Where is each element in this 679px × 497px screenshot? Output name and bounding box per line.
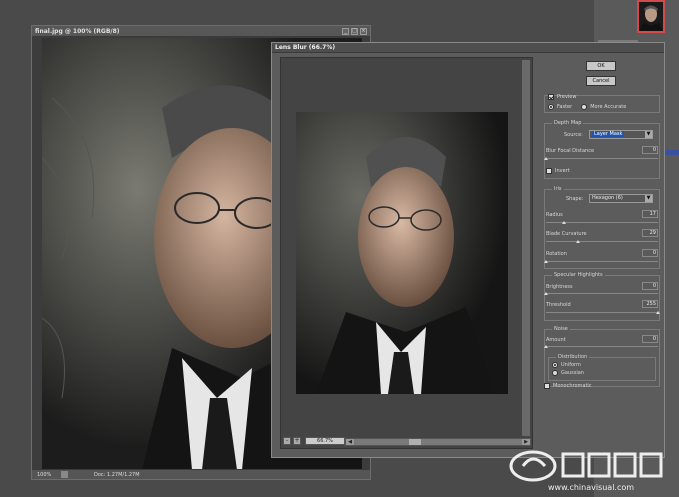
source-value: Layer Mask [592, 131, 625, 137]
monochromatic-label: Monochromatic [553, 383, 592, 389]
rotation-label: Rotation [546, 251, 567, 257]
slider-knob[interactable] [544, 292, 548, 295]
distribution-group: Distribution [548, 354, 656, 381]
rotation-slider[interactable] [544, 260, 658, 264]
invert-label: Invert [555, 168, 570, 174]
shape-select[interactable]: Hexagon (6) ▼ [589, 194, 653, 203]
radius-field[interactable]: 17 [642, 210, 658, 218]
slider-knob[interactable] [544, 260, 548, 263]
source-label: Source: [564, 132, 583, 138]
slider-knob[interactable] [576, 240, 580, 243]
depth-map-group-label: Depth Map [552, 120, 584, 126]
rotation-field[interactable]: 0 [642, 249, 658, 257]
focal-distance-label: Blur Focal Distance [546, 148, 595, 154]
chevron-down-icon[interactable]: ▼ [645, 131, 652, 138]
threshold-field[interactable]: 255 [642, 300, 658, 308]
shape-label: Shape: [566, 196, 584, 202]
dialog-titlebar[interactable]: Lens Blur (66.7%) [272, 43, 664, 53]
preview-pane[interactable]: - + 66.7% ◀ ▶ [280, 57, 533, 449]
amount-field[interactable]: 0 [642, 335, 658, 343]
distribution-group-label: Distribution [556, 354, 590, 360]
threshold-slider[interactable] [546, 311, 660, 315]
iris-group-label: Iris [552, 186, 564, 192]
gaussian-row[interactable]: Gaussian [552, 370, 668, 376]
scroll-left-icon[interactable]: ◀ [346, 439, 354, 445]
preview-zoom-field[interactable]: 66.7% [305, 437, 345, 445]
uniform-row[interactable]: Uniform [552, 362, 668, 368]
document-title: final.jpg @ 100% (RGB/8) [35, 27, 120, 35]
slider-knob[interactable] [544, 157, 548, 160]
blade-curvature-slider[interactable] [546, 240, 658, 244]
preview-image[interactable] [296, 112, 508, 394]
amount-label: Amount [546, 337, 566, 343]
slider-knob[interactable] [562, 221, 566, 224]
preview-label: Preview [557, 94, 577, 100]
document-size: Doc: 1.27M/1.27M [94, 471, 140, 478]
invert-checkbox[interactable] [546, 168, 552, 174]
threshold-label: Threshold [546, 302, 571, 308]
scroll-thumb[interactable] [409, 439, 421, 445]
statusbar-icon[interactable] [61, 471, 68, 478]
focal-distance-field[interactable]: 0 [642, 146, 658, 154]
controls-panel: OK Cancel Preview Faster More Accurate D… [542, 57, 662, 452]
preview-checkbox[interactable] [548, 94, 554, 100]
scroll-right-icon[interactable]: ▶ [522, 439, 530, 445]
faster-radio[interactable] [548, 104, 554, 110]
brightness-label: Brightness [546, 284, 573, 290]
dialog-title: Lens Blur (66.7%) [275, 44, 336, 51]
uniform-label: Uniform [561, 362, 581, 368]
quality-radio-row: Faster More Accurate [548, 104, 664, 110]
document-statusbar: 100% Doc: 1.27M/1.27M [32, 469, 370, 479]
preview-scrollbar-horizontal[interactable]: ◀ ▶ [345, 438, 531, 446]
blade-curvature-field[interactable]: 29 [642, 229, 658, 237]
zoom-out-button[interactable]: - [283, 437, 291, 445]
more-accurate-radio[interactable] [581, 104, 588, 110]
close-button[interactable]: × [360, 27, 367, 35]
ok-button[interactable]: OK [586, 61, 616, 71]
monochromatic-checkbox[interactable] [544, 383, 550, 389]
shape-value: Hexagon (6) [592, 195, 623, 201]
maximize-button[interactable]: □ [351, 27, 358, 35]
invert-row[interactable]: Invert [546, 168, 662, 174]
preview-scrollbar-vertical[interactable] [522, 60, 530, 436]
chevron-down-icon[interactable]: ▼ [645, 195, 652, 202]
brightness-field[interactable]: 0 [642, 282, 658, 290]
radius-slider[interactable] [546, 221, 658, 225]
gaussian-radio[interactable] [552, 370, 558, 376]
monochromatic-row[interactable]: Monochromatic [544, 383, 660, 389]
specular-group-label: Specular Highlights [552, 272, 605, 278]
watermark-text: www.chinavisual.com [548, 483, 635, 492]
radius-label: Radius [546, 212, 563, 218]
layer-thumbnail[interactable] [637, 0, 665, 33]
slider-knob[interactable] [656, 311, 660, 314]
brightness-slider[interactable] [544, 292, 658, 296]
blade-curvature-label: Blade Curvature [546, 231, 587, 237]
gaussian-label: Gaussian [561, 370, 584, 376]
cancel-button[interactable]: Cancel [586, 76, 616, 86]
source-select[interactable]: Layer Mask ▼ [589, 130, 653, 139]
lens-blur-dialog[interactable]: Lens Blur (66.7%) - + 66.7% ◀ ▶ OK Cance… [271, 42, 665, 458]
uniform-radio[interactable] [552, 362, 558, 368]
zoom-in-button[interactable]: + [293, 437, 301, 445]
more-accurate-label: More Accurate [590, 104, 627, 110]
slider-knob[interactable] [544, 345, 548, 348]
amount-slider[interactable] [544, 345, 658, 349]
minimize-button[interactable]: _ [342, 27, 349, 35]
focal-distance-slider[interactable] [544, 157, 658, 161]
noise-group-label: Noise [552, 326, 570, 332]
preview-checkbox-row[interactable]: Preview [548, 94, 664, 100]
faster-label: Faster [557, 104, 573, 110]
document-titlebar[interactable]: final.jpg @ 100% (RGB/8) _ □ × [32, 26, 370, 37]
document-zoom[interactable]: 100% [37, 472, 55, 478]
